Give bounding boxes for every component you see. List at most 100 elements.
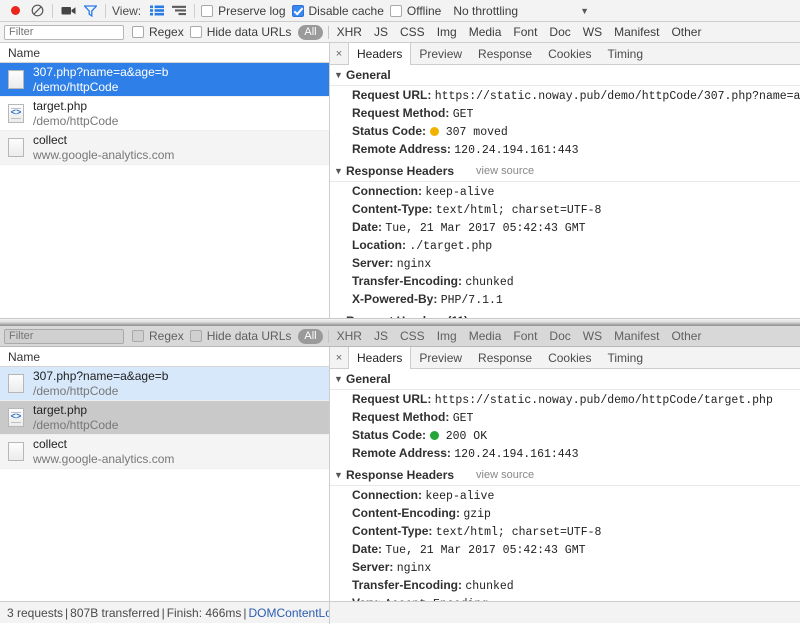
tab-response[interactable]: Response (470, 43, 540, 64)
header-value: text/html; charset=UTF-8 (435, 526, 602, 539)
header-row-status: Status Code: 200 OK (330, 427, 800, 445)
filter-type-css[interactable]: CSS (394, 25, 431, 39)
filter-type-other[interactable]: Other (665, 25, 707, 39)
section-title: Response Headers (346, 164, 455, 178)
tab-cookies[interactable]: Cookies (540, 43, 599, 64)
hide-data-urls-checkbox[interactable]: Hide data URLs (189, 329, 291, 343)
header-row: Connection: keep-alive (330, 183, 800, 201)
filter-type-doc[interactable]: Doc (543, 329, 576, 343)
filter-input[interactable] (4, 24, 124, 40)
header-value: PHP/7.1.1 (440, 294, 503, 307)
filter-type-ws[interactable]: WS (577, 329, 608, 343)
general-rows: Request URL: https://static.noway.pub/de… (330, 390, 800, 465)
response-header-rows: Connection: keep-alive Content-Encoding:… (330, 486, 800, 601)
header-value: chunked (465, 580, 514, 593)
tab-headers[interactable]: Headers (348, 43, 412, 65)
clear-button[interactable] (27, 2, 47, 20)
filter-toggle-button[interactable] (80, 2, 100, 20)
request-row-collect[interactable]: collect www.google-analytics.com (0, 131, 329, 165)
filter-type-font[interactable]: Font (507, 25, 543, 39)
request-detail-top: × Headers Preview Response Cookies Timin… (330, 43, 800, 318)
offline-checkbox[interactable]: Offline (389, 4, 441, 18)
header-row: Request URL: https://static.noway.pub/de… (330, 87, 800, 105)
hide-data-urls-checkbox[interactable]: Hide data URLs (189, 25, 291, 39)
tab-preview[interactable]: Preview (411, 347, 470, 368)
view-source-link[interactable]: view source (476, 469, 534, 481)
tab-cookies[interactable]: Cookies (540, 347, 599, 368)
filter-type-js[interactable]: JS (368, 329, 394, 343)
plain-document-icon (8, 70, 24, 89)
disable-cache-checkbox[interactable]: Disable cache (291, 4, 384, 18)
header-value: ./target.php (409, 240, 493, 253)
triangle-down-icon: ▼ (334, 70, 343, 80)
filter-type-xhr[interactable]: XHR (331, 25, 368, 39)
close-icon[interactable]: × (330, 43, 348, 64)
filter-type-all[interactable]: All (298, 328, 323, 344)
filter-type-font[interactable]: Font (507, 329, 543, 343)
filter-type-js[interactable]: JS (368, 25, 394, 39)
header-key: Request URL: (352, 392, 432, 406)
request-row-307[interactable]: 307.php?name=a&age=b /demo/httpCode (0, 63, 329, 97)
filter-type-ws[interactable]: WS (577, 25, 608, 39)
top-devtools-window: View: Preserve log Disable cache Offline… (0, 0, 800, 318)
filter-type-all[interactable]: All (298, 24, 323, 40)
separator: | (65, 605, 69, 620)
filter-type-xhr[interactable]: XHR (331, 329, 368, 343)
section-response-headers[interactable]: ▼ Response Headers view source (330, 465, 800, 486)
request-path: /demo/httpCode (33, 417, 119, 432)
view-source-link[interactable]: view source (476, 165, 534, 177)
view-list-button[interactable] (147, 2, 167, 20)
close-icon[interactable]: × (330, 347, 348, 368)
header-key: Content-Type: (352, 524, 433, 538)
record-dot-icon (10, 6, 20, 15)
window-divider[interactable] (0, 318, 800, 326)
preserve-log-label: Preserve log (218, 3, 286, 18)
filter-type-other[interactable]: Other (665, 329, 707, 343)
filter-type-media[interactable]: Media (463, 329, 508, 343)
toolbar-separator (105, 3, 106, 18)
tab-preview[interactable]: Preview (411, 43, 470, 64)
request-row-target[interactable]: <> target.php /demo/httpCode (0, 97, 329, 131)
filter-type-manifest[interactable]: Manifest (608, 25, 665, 39)
request-row-307[interactable]: 307.php?name=a&age=b /demo/httpCode (0, 367, 329, 401)
filter-type-manifest[interactable]: Manifest (608, 329, 665, 343)
tab-timing[interactable]: Timing (599, 43, 651, 64)
header-row: Date: Tue, 21 Mar 2017 05:42:43 GMT (330, 541, 800, 559)
section-response-headers[interactable]: ▼ Response Headers view source (330, 161, 800, 182)
bottom-devtools-window: Regex Hide data URLs All XHR JS CSS Img … (0, 326, 800, 623)
header-key: Connection: (352, 488, 422, 502)
camera-icon (61, 7, 75, 15)
view-waterfall-button[interactable] (169, 2, 189, 20)
section-general[interactable]: ▼ General (330, 369, 800, 390)
header-key: Content-Type: (352, 202, 433, 216)
capture-screenshots-button[interactable] (58, 2, 78, 20)
request-name: collect (33, 436, 68, 451)
record-button[interactable] (5, 2, 25, 20)
filter-input[interactable] (4, 328, 124, 344)
checkbox-box (132, 26, 144, 38)
filter-type-media[interactable]: Media (463, 25, 508, 39)
tab-response[interactable]: Response (470, 347, 540, 368)
section-request-headers[interactable]: ▶ Request Headers (11) (330, 311, 800, 318)
throttling-select[interactable]: No throttling (453, 4, 518, 18)
tab-headers[interactable]: Headers (348, 347, 412, 369)
plain-document-icon (8, 374, 24, 393)
filter-type-img[interactable]: Img (431, 329, 463, 343)
regex-checkbox[interactable]: Regex (132, 329, 184, 343)
tab-timing[interactable]: Timing (599, 347, 651, 368)
filter-type-css[interactable]: CSS (394, 329, 431, 343)
regex-checkbox[interactable]: Regex (132, 25, 184, 39)
filter-type-doc[interactable]: Doc (543, 25, 576, 39)
preserve-log-checkbox[interactable]: Preserve log (201, 3, 286, 18)
status-bar: 3 requests | 807B transferred | Finish: … (0, 601, 800, 624)
request-row-target[interactable]: <> target.php /demo/httpCode (0, 401, 329, 435)
filter-type-img[interactable]: Img (431, 25, 463, 39)
section-general[interactable]: ▼ General (330, 65, 800, 86)
header-row: Date: Tue, 21 Mar 2017 05:42:43 GMT (330, 219, 800, 237)
chevron-down-icon[interactable]: ▼ (580, 6, 589, 16)
request-row-collect[interactable]: collect www.google-analytics.com (0, 435, 329, 469)
header-key: Server: (352, 560, 394, 574)
header-row: Request URL: https://static.noway.pub/de… (330, 391, 800, 409)
request-path: /demo/httpCode (33, 383, 119, 398)
header-value: https://static.noway.pub/demo/httpCode/3… (434, 90, 800, 103)
